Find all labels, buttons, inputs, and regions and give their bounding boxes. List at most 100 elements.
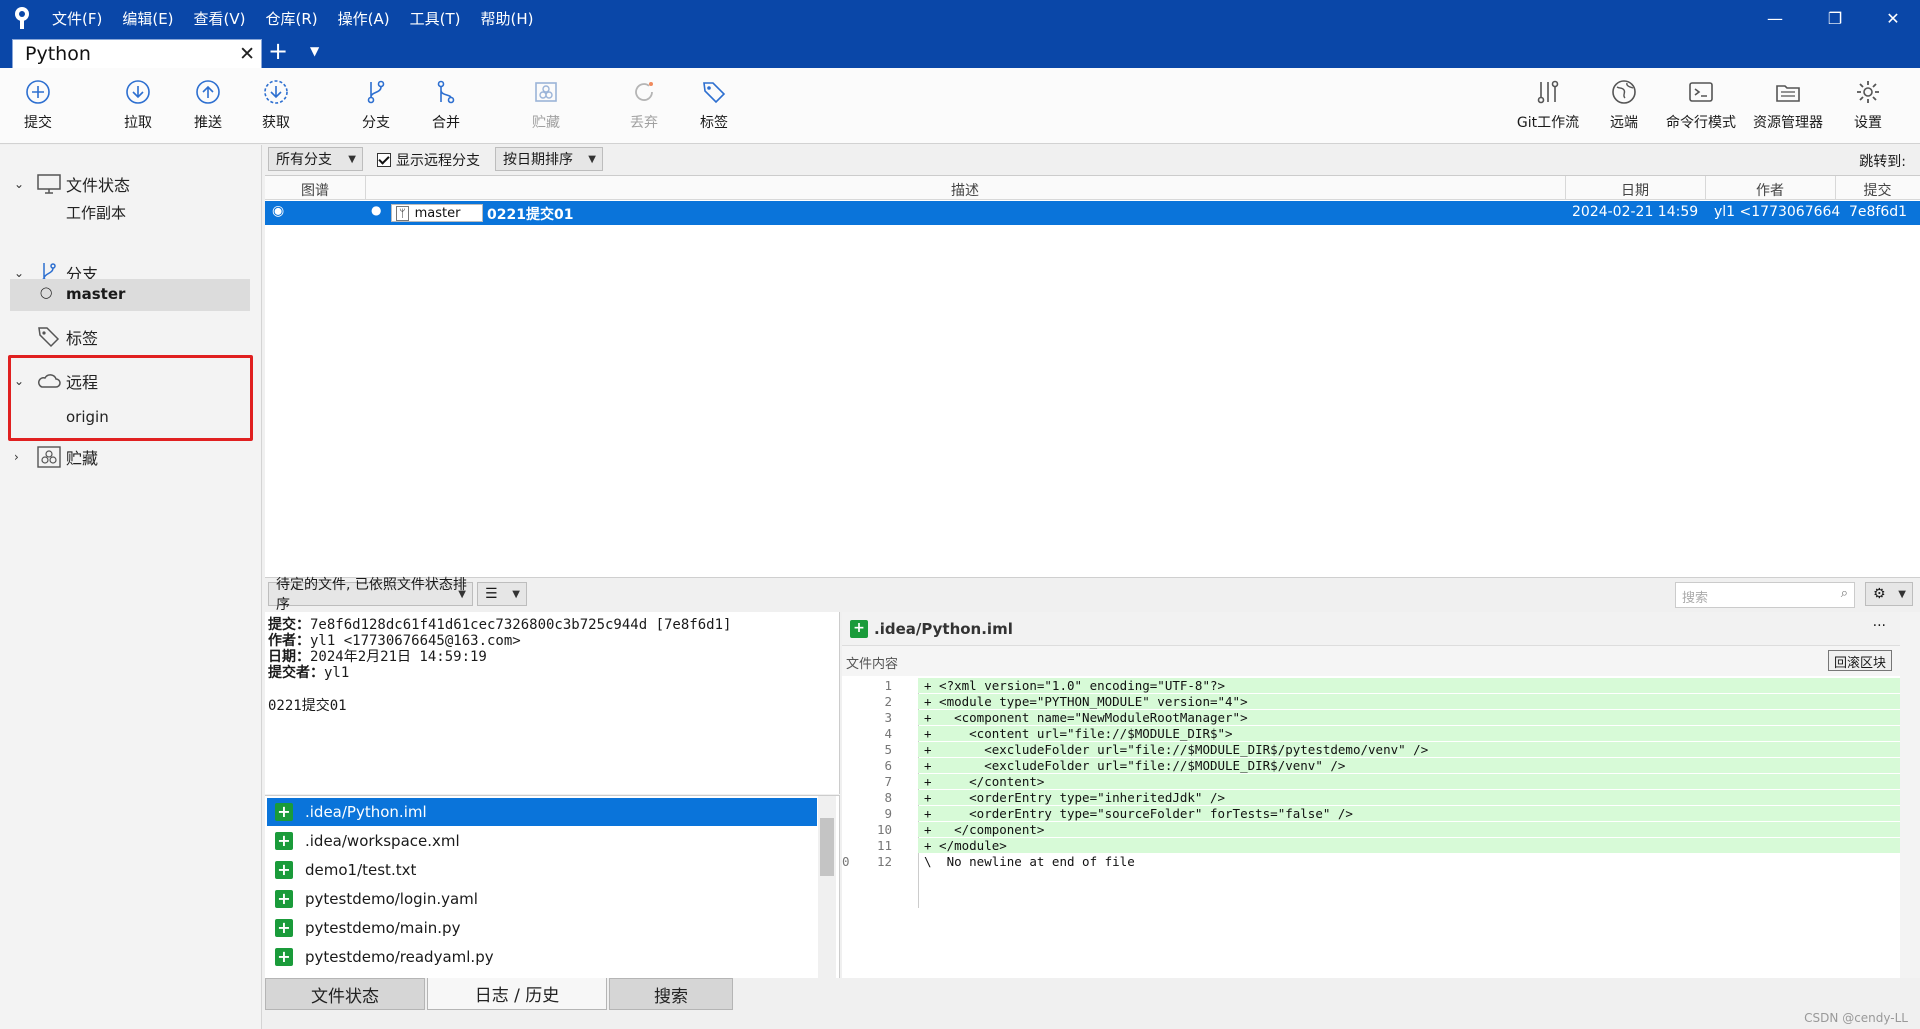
tab-log-history-label: 日志 / 历史 (474, 986, 560, 1006)
tab-python[interactable]: Python ✕ (12, 39, 262, 68)
commit-row[interactable]: ◉ ● ᛘ master 0221提交01 2024-02-21 14:59 y… (265, 201, 1920, 225)
more-options-button[interactable]: ··· (1873, 618, 1886, 634)
chevron-down-icon[interactable]: ⌄ (14, 177, 24, 191)
sort-order-dropdown[interactable]: 按日期排序 ▼ (495, 147, 603, 171)
tag-button[interactable]: 标签 (682, 78, 746, 138)
chevron-down-icon[interactable]: ⌄ (14, 266, 24, 280)
diff-line[interactable]: 10 + </component> (842, 822, 1900, 838)
list-item[interactable]: + .idea/workspace.xml (267, 827, 817, 855)
branch-label-tag: ᛘ master (391, 204, 483, 222)
column-commit[interactable]: 提交 (1835, 180, 1920, 200)
push-button[interactable]: 推送 (176, 78, 240, 138)
file-name: pytestdemo/main.py (305, 919, 461, 937)
added-file-icon: + (275, 919, 293, 937)
diff-line[interactable]: 1 + <?xml version="1.0" encoding="UTF-8"?… (842, 678, 1900, 694)
menu-file[interactable]: 文件(F) (52, 8, 102, 29)
sidebar-item-master[interactable]: ◯ master (10, 279, 250, 311)
list-item[interactable]: + pytestdemo/readyaml.py (267, 943, 817, 971)
search-icon: ⌕ (1840, 586, 1848, 601)
file-list-scrollbar[interactable] (818, 796, 836, 979)
tab-file-status[interactable]: 文件状态 (265, 978, 425, 1010)
tab-log-history[interactable]: 日志 / 历史 (427, 978, 607, 1010)
remote-button[interactable]: 远端 (1592, 78, 1656, 138)
diff-line[interactable]: 9 + <orderEntry type="sourceFolder" forTe… (842, 806, 1900, 822)
new-tab-button[interactable]: + (268, 39, 288, 63)
chevron-right-icon[interactable]: › (14, 450, 19, 464)
column-date[interactable]: 日期 (1565, 180, 1705, 200)
column-author[interactable]: 作者 (1705, 180, 1835, 200)
sidebar-section-file-status[interactable]: ⌄ 文件状态 (0, 170, 262, 198)
fetch-button[interactable]: 获取 (244, 78, 308, 138)
diff-line[interactable]: 6 + <excludeFolder url="file://$MODULE_DI… (842, 758, 1900, 774)
minimize-button[interactable]: — (1750, 0, 1800, 36)
file-search-input[interactable]: 搜索 ⌕ (1675, 582, 1855, 608)
pull-button[interactable]: 拉取 (106, 78, 170, 138)
revert-hunk-button[interactable]: 回滚区块 (1827, 650, 1892, 671)
list-item[interactable]: + demo1/test.txt (267, 856, 817, 884)
diff-scrollbar[interactable] (1900, 612, 1920, 978)
diff-line[interactable]: 7 + </content> (842, 774, 1900, 790)
commit-button[interactable]: 提交 (6, 78, 70, 138)
scrollbar-thumb[interactable] (820, 818, 834, 876)
list-item[interactable]: + pytestdemo/login.yaml (267, 885, 817, 913)
discard-button[interactable]: 丢弃 (612, 78, 676, 138)
menu-actions[interactable]: 操作(A) (338, 8, 390, 29)
options-gear-dropdown[interactable]: ⚙ ▼ (1865, 582, 1913, 606)
checkbox-checked-icon[interactable] (377, 153, 391, 167)
diff-line[interactable]: 0 12 \ No newline at end of file (842, 854, 1900, 870)
commit-hash: 7e8f6d1 (1849, 204, 1908, 220)
show-remote-branches-checkbox[interactable]: 显示远程分支 (377, 150, 480, 170)
jump-to-label[interactable]: 跳转到: (1859, 151, 1906, 171)
list-item[interactable]: + .idea/Python.iml (267, 798, 817, 826)
menu-edit[interactable]: 编辑(E) (122, 8, 173, 29)
column-graph[interactable]: 图谱 (265, 180, 365, 200)
menu-tools[interactable]: 工具(T) (410, 8, 461, 29)
git-flow-icon (1537, 80, 1559, 104)
file-name: pytestdemo/readyaml.py (305, 948, 494, 966)
stash-label: 贮藏 (532, 115, 560, 131)
menu-repository[interactable]: 仓库(R) (266, 8, 318, 29)
menu-view[interactable]: 查看(V) (194, 8, 246, 29)
diff-line[interactable]: 2 + <module type="PYTHON_MODULE" version=… (842, 694, 1900, 710)
diff-line[interactable]: 4 + <content url="file://$MODULE_DIR$"> (842, 726, 1900, 742)
view-mode-dropdown[interactable]: ☰ ▼ (477, 582, 527, 606)
diff-line-text: + <excludeFolder url="file://$MODULE_DIR… (918, 758, 1900, 773)
commit-history-table: 图谱 描述 日期 作者 提交 ◉ ● ᛘ master 0221提交01 202… (265, 175, 1920, 577)
restore-button[interactable]: ❐ (1810, 0, 1860, 36)
sidebar-file-status-label: 文件状态 (66, 176, 131, 195)
new-line-number: 7 (884, 774, 892, 789)
git-flow-label: Git工作流 (1516, 115, 1580, 131)
diff-line[interactable]: 5 + <excludeFolder url="file://$MODULE_DI… (842, 742, 1900, 758)
tab-search[interactable]: 搜索 (609, 978, 733, 1010)
pending-files-sort-dropdown[interactable]: 待定的文件, 已依照文件状态排序 ▼ (268, 577, 473, 613)
diff-line[interactable]: 3 + <component name="NewModuleRootManager… (842, 710, 1900, 726)
tab-close-icon[interactable]: ✕ (239, 43, 255, 65)
close-window-button[interactable]: ✕ (1868, 0, 1918, 36)
tab-list-chevron-icon[interactable]: ▼ (310, 44, 319, 58)
show-remote-label: 显示远程分支 (396, 153, 480, 169)
added-file-icon: + (275, 832, 293, 850)
sidebar-section-stashes[interactable]: › 贮藏 (0, 443, 262, 471)
terminal-icon (1689, 82, 1713, 102)
diff-line[interactable]: 11 + </module> (842, 838, 1900, 854)
branch-filter-dropdown[interactable]: 所有分支 ▼ (268, 147, 363, 171)
menu-help[interactable]: 帮助(H) (480, 8, 533, 29)
settings-button[interactable]: 设置 (1836, 78, 1900, 138)
new-line-number: 1 (884, 678, 892, 693)
merge-button[interactable]: 合并 (414, 78, 478, 138)
sidebar-item-working-copy[interactable]: 工作副本 (0, 198, 262, 226)
explorer-button[interactable]: 资源管理器 (1752, 78, 1824, 138)
new-line-number: 10 (876, 822, 892, 837)
diff-line[interactable]: 8 + <orderEntry type="inheritedJdk" /> (842, 790, 1900, 806)
arrow-up-circle-icon (196, 80, 220, 104)
branch-button[interactable]: 分支 (344, 78, 408, 138)
column-description[interactable]: 描述 (365, 180, 1565, 200)
tag-icon (703, 82, 726, 104)
list-item[interactable]: + pytestdemo/main.py (267, 914, 817, 942)
stash-button[interactable]: 贮藏 (514, 78, 578, 138)
sidebar-section-tags[interactable]: 标签 (0, 323, 262, 351)
tag-label: 标签 (700, 115, 728, 131)
git-flow-button[interactable]: Git工作流 (1512, 78, 1584, 138)
added-file-icon: + (275, 890, 293, 908)
terminal-button[interactable]: 命令行模式 (1665, 78, 1737, 138)
